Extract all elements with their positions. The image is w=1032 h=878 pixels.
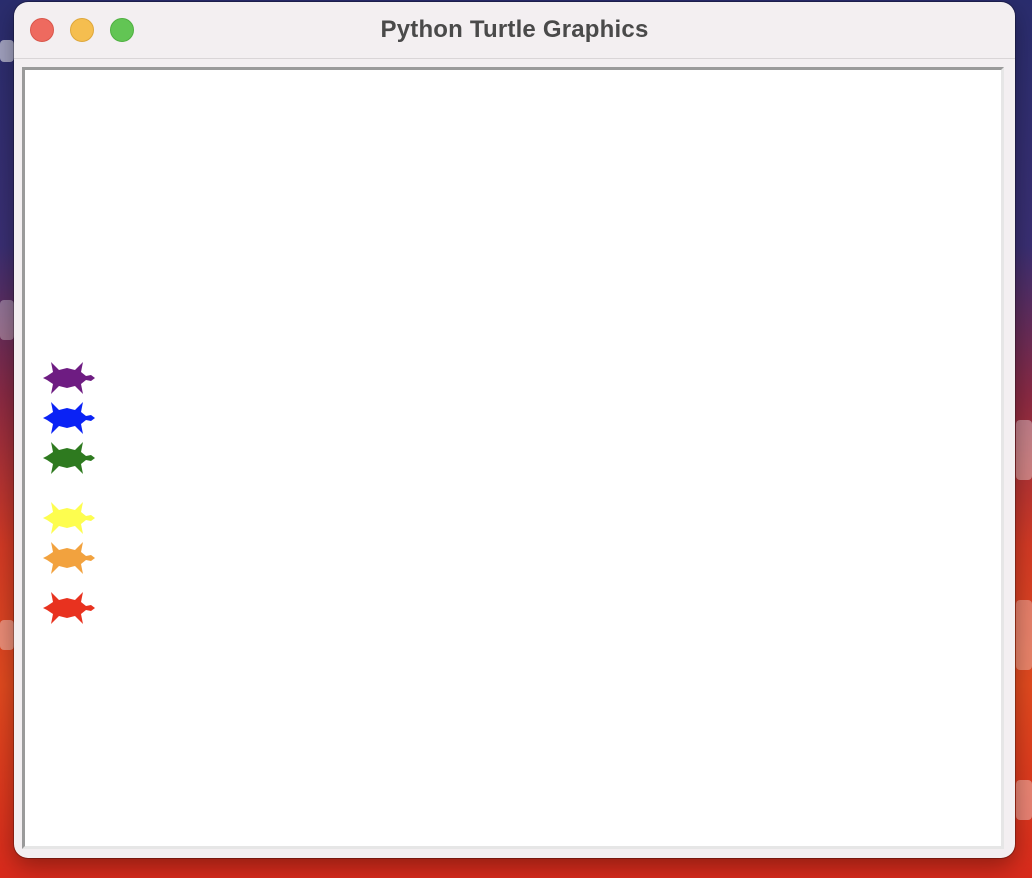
turtle-green (41, 438, 95, 478)
turtle-icon (43, 442, 95, 474)
wallpaper-streak (0, 300, 14, 340)
turtle-purple (41, 358, 95, 398)
window-titlebar[interactable]: Python Turtle Graphics (14, 2, 1015, 59)
turtle-window: Python Turtle Graphics (14, 2, 1015, 858)
window-title: Python Turtle Graphics (380, 16, 649, 43)
turtle-canvas[interactable] (22, 67, 1004, 849)
turtle-icon (43, 542, 95, 574)
turtle-blue (41, 398, 95, 438)
turtle-icon (43, 362, 95, 394)
turtle-orange (41, 538, 95, 578)
turtle-icon (43, 592, 95, 624)
wallpaper-streak (1016, 780, 1032, 820)
wallpaper-streak (1016, 600, 1032, 670)
wallpaper-streak (0, 620, 14, 650)
wallpaper-streak (1016, 420, 1032, 480)
turtle-red (41, 588, 95, 628)
turtle-icon (43, 502, 95, 534)
turtle-icon (43, 402, 95, 434)
wallpaper-streak (0, 40, 14, 62)
turtle-yellow (41, 498, 95, 538)
